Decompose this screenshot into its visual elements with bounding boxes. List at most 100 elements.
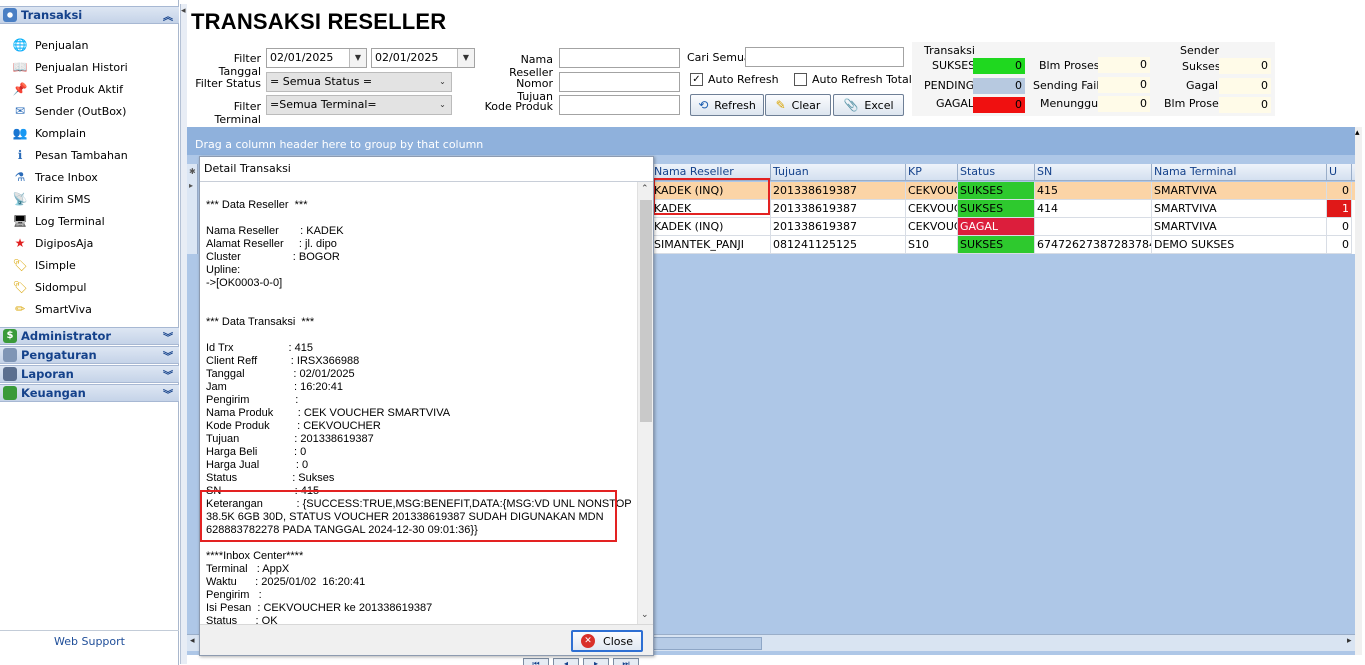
table-row[interactable]: KADEK 201338619387 CEKVOUC SUKSES 414 SM… xyxy=(652,200,1359,218)
tag-icon: 🏷 xyxy=(12,280,28,294)
dialog-line: Status : OK xyxy=(206,615,278,624)
group-transaksi[interactable]: Transaksi ︽ xyxy=(0,6,179,24)
chevron-down-icon[interactable]: ︾ xyxy=(163,386,173,401)
dialog-line xyxy=(206,537,637,550)
date-from-picker[interactable]: 02/01/2025 ▼ xyxy=(266,48,367,68)
group-pengaturan[interactable]: Pengaturan ︾ xyxy=(0,346,179,364)
cell-tujuan: 201338619387 xyxy=(771,218,906,236)
scroll-right-icon[interactable]: ▸ xyxy=(1347,636,1352,646)
refresh-button-label: Refresh xyxy=(714,98,756,112)
group-laporan[interactable]: Laporan ︾ xyxy=(0,365,179,383)
chevron-down-icon[interactable]: ︾ xyxy=(163,367,173,382)
group-label: Administrator xyxy=(21,329,112,343)
sidebar-item-trace-inbox[interactable]: ⚗ Trace Inbox xyxy=(12,167,98,187)
chevron-left-icon[interactable]: ◂ xyxy=(181,6,186,16)
sidebar-item-komplain[interactable]: 👥 Komplain xyxy=(12,123,86,143)
cari-semua-input[interactable] xyxy=(745,47,904,67)
sidebar-item-sender-outbox[interactable]: ✉ Sender (OutBox) xyxy=(12,101,127,121)
scroll-up-icon[interactable]: ▴ xyxy=(1355,128,1360,138)
cell-nama: KADEK (INQ) xyxy=(652,182,771,200)
sender-gagal-label: Gagal xyxy=(1186,79,1219,92)
dialog-line: Isi Pesan : CEKVOUCHER ke 201338619387 xyxy=(206,602,433,614)
dialog-line: ****Inbox Center**** xyxy=(206,550,304,562)
refresh-button[interactable]: ⟲ Refresh xyxy=(690,94,764,116)
sidebar-item-penjualan-histori[interactable]: 📖 Penjualan Histori xyxy=(12,57,128,77)
col-header-tujuan[interactable]: Tujuan xyxy=(771,164,906,181)
sidebar-item-pesan-tambahan[interactable]: ℹ Pesan Tambahan xyxy=(12,145,128,165)
table-row[interactable]: SIMANTEK_PANJI 081241125125 S10 SUKSES 6… xyxy=(652,236,1359,254)
clear-button[interactable]: ✎ Clear xyxy=(765,94,831,116)
scroll-up-icon[interactable]: ⌃ xyxy=(641,184,649,194)
col-header-sn[interactable]: SN xyxy=(1035,164,1152,181)
col-header-nama-reseller[interactable]: Nama Reseller xyxy=(652,164,771,181)
checkbox-box[interactable] xyxy=(794,73,807,86)
chevron-down-icon[interactable]: ︾ xyxy=(163,348,173,363)
last-page-icon[interactable]: ⏭ xyxy=(613,658,639,665)
group-administrator[interactable]: $ Administrator ︾ xyxy=(0,327,179,345)
sidebar-item-smartviva[interactable]: ✏ SmartViva xyxy=(12,299,92,319)
table-row[interactable]: KADEK (INQ) 201338619387 CEKVOUC SUKSES … xyxy=(652,182,1359,200)
excel-button[interactable]: 📎 Excel xyxy=(833,94,904,116)
sidebar-item-digiposaja[interactable]: ★ DigiposAja xyxy=(12,233,94,253)
web-support-link[interactable]: Web Support xyxy=(0,630,179,652)
auto-refresh-checkbox[interactable]: ✓ Auto Refresh xyxy=(690,73,779,86)
sender-blm-value: 0 xyxy=(1219,97,1271,113)
scroll-down-icon[interactable]: ⌄ xyxy=(641,610,649,620)
chevron-down-icon[interactable]: ⌄ xyxy=(434,96,451,114)
col-header-nama-terminal[interactable]: Nama Terminal xyxy=(1152,164,1327,181)
dialog-line: Id Trx : 415 xyxy=(206,342,313,354)
checkmark-icon[interactable]: ✓ xyxy=(690,73,703,86)
kode-produk-input[interactable] xyxy=(559,95,680,115)
sender-sukses-value: 0 xyxy=(1219,58,1271,74)
nama-reseller-input[interactable] xyxy=(559,48,680,68)
tag-icon: 🏷 xyxy=(12,258,28,272)
chevron-down-icon[interactable]: ▼ xyxy=(349,49,366,67)
col-header-kp[interactable]: KP xyxy=(906,164,958,181)
sidebar-item-penjualan[interactable]: 🌐 Penjualan xyxy=(12,35,89,55)
first-page-icon[interactable]: ⏮ xyxy=(523,658,549,665)
cell-sn xyxy=(1035,218,1152,236)
col-header-status[interactable]: Status xyxy=(958,164,1035,181)
dialog-line: Alamat Reseller : jl. dipo xyxy=(206,238,337,250)
terminal-select[interactable]: =Semua Terminal= ⌄ xyxy=(266,95,452,115)
chevron-down-icon[interactable]: ▼ xyxy=(457,49,474,67)
chevron-down-icon[interactable]: ︾ xyxy=(163,329,173,344)
group-transaksi-label: Transaksi xyxy=(21,8,83,22)
chevron-down-icon[interactable]: ⌄ xyxy=(434,73,451,91)
dialog-line xyxy=(206,303,637,316)
chevron-up-icon[interactable]: ︽ xyxy=(163,8,173,23)
scroll-left-icon[interactable]: ◂ xyxy=(190,636,195,646)
sidebar-item-label: Penjualan Histori xyxy=(35,60,128,74)
scroll-thumb[interactable] xyxy=(640,200,652,422)
pin-icon: 📌 xyxy=(12,82,28,96)
dialog-line xyxy=(206,329,637,342)
table-row[interactable]: KADEK (INQ) 201338619387 CEKVOUC GAGAL S… xyxy=(652,218,1359,236)
book-icon xyxy=(3,367,17,381)
sidebar-item-log-terminal[interactable]: 🖥 Log Terminal xyxy=(12,211,104,231)
col-header-u[interactable]: U xyxy=(1327,164,1352,181)
dialog-line xyxy=(206,290,637,303)
sidebar-item-set-produk-aktif[interactable]: 📌 Set Produk Aktif xyxy=(12,79,123,99)
auto-refresh-total-checkbox[interactable]: Auto Refresh Total xyxy=(794,73,912,86)
date-to-picker[interactable]: 02/01/2025 ▼ xyxy=(371,48,475,68)
cell-terminal: SMARTVIVA xyxy=(1152,200,1327,218)
sidebar-splitter[interactable]: ◂ xyxy=(180,4,187,664)
cell-nama: KADEK (INQ) xyxy=(652,218,771,236)
scroll-thumb[interactable] xyxy=(647,637,762,650)
next-page-icon[interactable]: ▸ xyxy=(583,658,609,665)
dialog-line: 628883782278 PADA TANGGAL 2024-12-30 09:… xyxy=(206,524,478,536)
dialog-line: Jam : 16:20:41 xyxy=(206,381,343,393)
sidebar-item-sidompul[interactable]: 🏷 Sidompul xyxy=(12,277,86,297)
prev-page-icon[interactable]: ◂ xyxy=(553,658,579,665)
group-keuangan[interactable]: Keuangan ︾ xyxy=(0,384,179,402)
close-button[interactable]: ✕ Close xyxy=(571,630,643,652)
sidebar-item-isimple[interactable]: 🏷 ISimple xyxy=(12,255,75,275)
sidebar-item-kirim-sms[interactable]: 📡 Kirim SMS xyxy=(12,189,91,209)
cell-kp: CEKVOUC xyxy=(906,200,958,218)
current-row-arrow-icon: ▸ xyxy=(189,181,194,190)
sender-blm-label: Blm Proses xyxy=(1164,97,1225,110)
dialog-vertical-scrollbar[interactable]: ⌃ ⌄ xyxy=(637,182,653,624)
vertical-scrollbar[interactable]: ▴ xyxy=(1355,127,1362,655)
nomor-tujuan-input[interactable] xyxy=(559,72,680,92)
status-select[interactable]: = Semua Status = ⌄ xyxy=(266,72,452,92)
